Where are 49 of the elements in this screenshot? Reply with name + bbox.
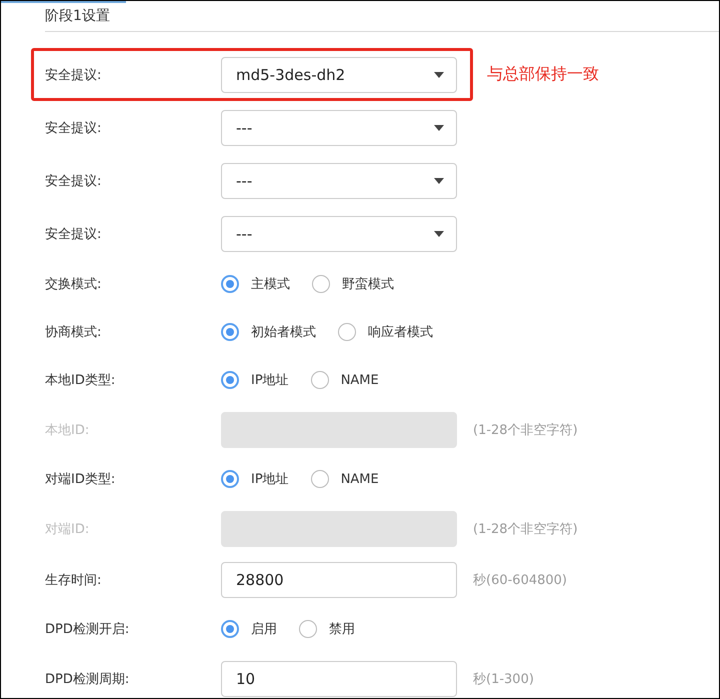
radio-button[interactable] [310, 470, 329, 488]
field-label: DPD检测周期: [45, 670, 130, 688]
annotation-text: 与总部保持一致 [487, 64, 599, 85]
radio-button[interactable] [310, 371, 329, 389]
radio-option[interactable]: 禁用 [299, 620, 355, 638]
field-label: 交换模式: [45, 276, 102, 293]
caret-icon [434, 230, 444, 236]
field-label: DPD检测开启: [45, 621, 130, 638]
dropdown[interactable]: --- [221, 162, 457, 198]
radio-option[interactable]: 初始者模式 [221, 323, 316, 341]
input-field[interactable]: 10 [221, 660, 457, 696]
radio-button[interactable] [338, 323, 356, 341]
radio-button[interactable] [221, 275, 239, 293]
radio-option[interactable]: 启用 [221, 620, 277, 638]
input-field[interactable]: 28800 [221, 562, 457, 598]
field-label: 本地ID类型: [45, 372, 116, 389]
radio-option[interactable]: NAME [310, 470, 379, 488]
radio-button[interactable] [221, 470, 239, 488]
field-label: 对端ID: [45, 520, 90, 538]
radio-option[interactable]: 野蛮模式 [312, 275, 394, 293]
radio-option[interactable]: 主模式 [221, 275, 290, 293]
radio-button[interactable] [299, 620, 317, 638]
caret-icon [434, 178, 444, 184]
dropdown[interactable]: md5-3des-dh2 [221, 56, 457, 92]
field-label: 安全提议: [45, 172, 102, 190]
radio-button[interactable] [221, 620, 239, 638]
hint-text: (1-28个非空字符) [473, 422, 578, 438]
radio-button[interactable] [221, 371, 239, 389]
radio-button[interactable] [221, 323, 239, 341]
radio-button[interactable] [312, 275, 330, 293]
field-label: 安全提议: [45, 120, 102, 136]
hint-text: 秒(1-300) [473, 670, 534, 688]
hint-text: 秒(60-604800) [473, 572, 568, 588]
field-label: 对端ID类型: [45, 471, 116, 488]
dropdown[interactable]: --- [221, 216, 457, 252]
radio-option[interactable]: IP地址 [221, 470, 289, 488]
field-label: 安全提议: [45, 66, 102, 84]
radio-option[interactable]: NAME [310, 371, 379, 389]
field-label: 生存时间: [45, 572, 102, 588]
radio-option[interactable]: IP地址 [221, 371, 289, 389]
dropdown[interactable]: --- [221, 110, 457, 146]
field-label: 本地ID: [45, 422, 90, 438]
field-label: 协商模式: [45, 324, 102, 341]
field-label: 安全提议: [45, 226, 102, 242]
caret-icon [434, 124, 444, 130]
caret-icon [434, 72, 444, 78]
hint-text: (1-28个非空字符) [473, 520, 578, 538]
section-title: 阶段1设置 [45, 7, 110, 25]
radio-option[interactable]: 响应者模式 [338, 323, 433, 341]
